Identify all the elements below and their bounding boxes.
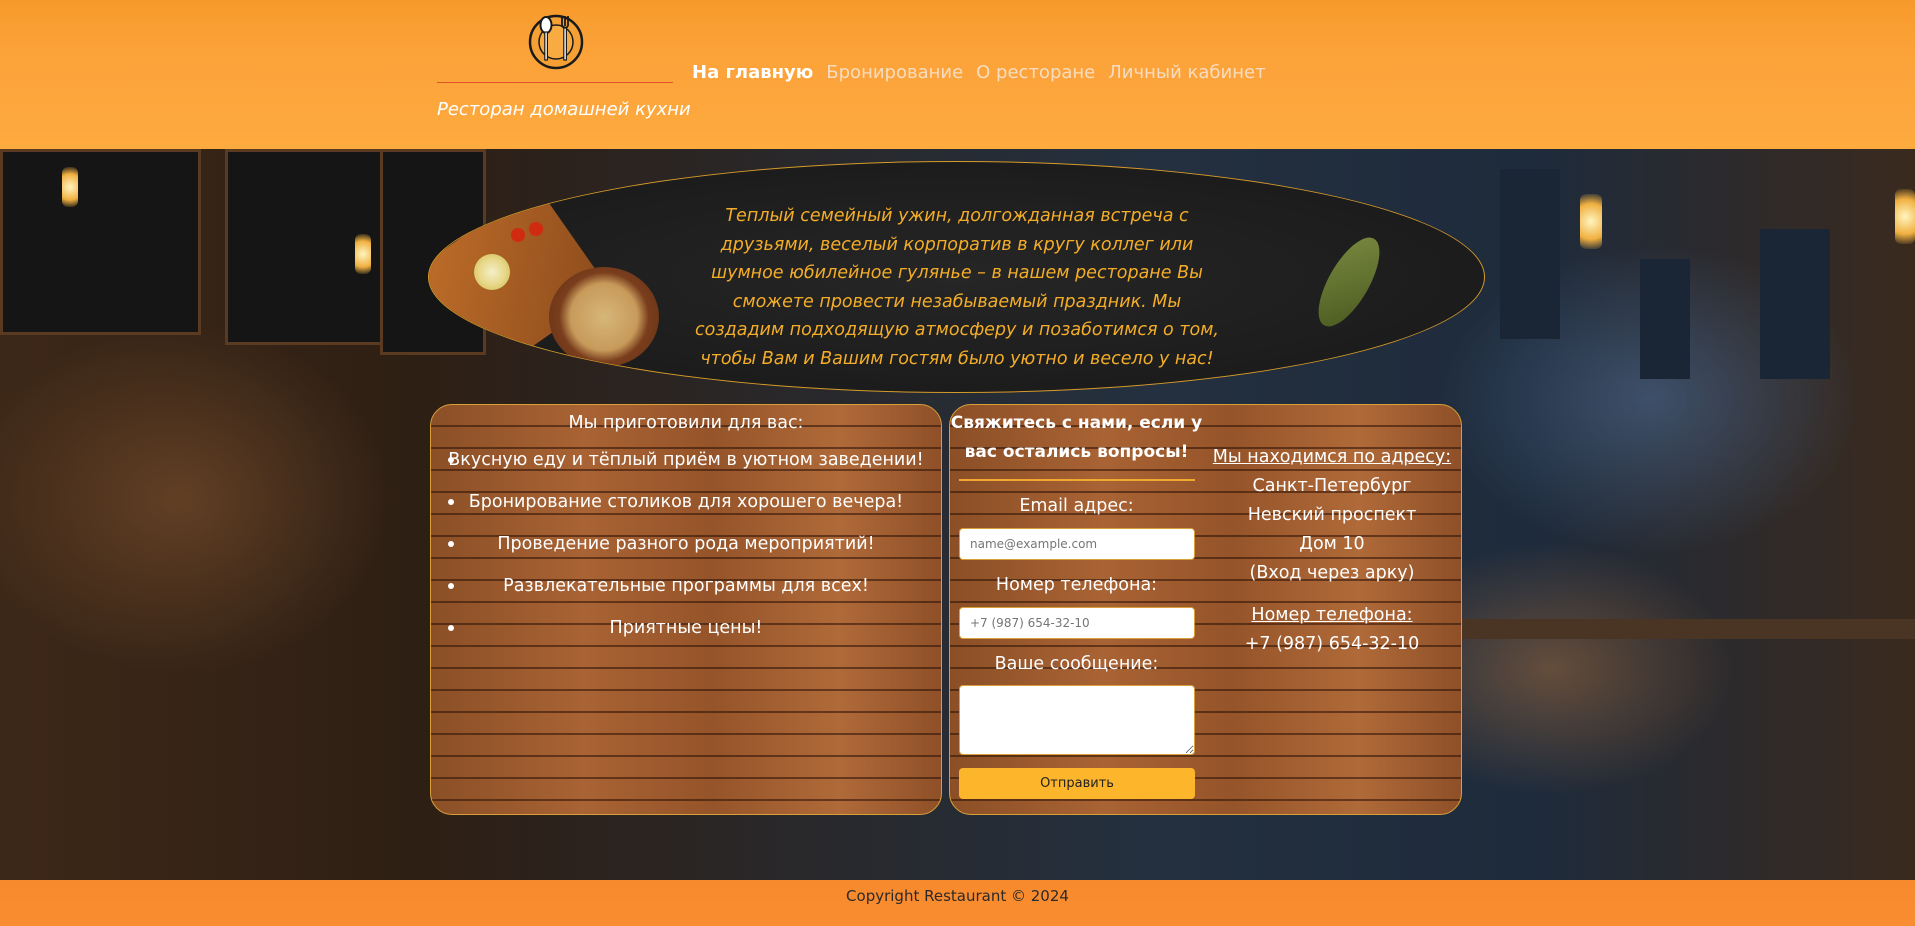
building-decor	[1500, 169, 1560, 339]
intro-banner: Теплый семейный ужин, долгожданная встре…	[428, 161, 1485, 393]
phone-field[interactable]	[959, 607, 1195, 639]
site-tagline: Ресторан домашней кухни	[437, 99, 691, 120]
list-item-text: Приятные цены!	[609, 618, 763, 638]
offer-panel: Мы приготовили для вас: Вкусную еду и тё…	[430, 404, 942, 815]
grain-bowl-decor	[549, 267, 659, 367]
phone-label: Номер телефона:	[995, 575, 1158, 595]
email-field[interactable]	[959, 528, 1195, 560]
address-line: Санкт-Петербург	[1252, 476, 1412, 496]
bullet-icon	[448, 625, 454, 631]
lamp-decor	[1580, 194, 1602, 249]
list-item: Бронирование столиков для хорошего вечер…	[431, 489, 941, 531]
contact-title: Свяжитесь с нами, если у вас остались во…	[950, 413, 1203, 462]
logo-divider	[437, 82, 673, 83]
nav-booking[interactable]: Бронирование	[826, 62, 963, 83]
main-nav: На главную Бронирование О ресторане Личн…	[692, 62, 1279, 83]
list-item-text: Бронирование столиков для хорошего вечер…	[468, 492, 904, 512]
offer-title: Мы приготовили для вас:	[568, 413, 804, 433]
address-heading: Мы находимся по адресу:	[1212, 447, 1452, 467]
list-item-text: Развлекательные программы для всех!	[503, 576, 869, 596]
list-item: Приятные цены!	[431, 615, 941, 657]
site-footer: Copyright Restaurant © 2024	[0, 880, 1915, 926]
message-field[interactable]	[959, 685, 1195, 755]
list-item: Развлекательные программы для всех!	[431, 573, 941, 615]
copyright-text: Copyright Restaurant © 2024	[846, 887, 1069, 905]
offer-list: Вкусную еду и тёплый приём в уютном заве…	[431, 447, 941, 657]
list-item: Вкусную еду и тёплый приём в уютном заве…	[431, 447, 941, 489]
lemon-decor	[474, 254, 510, 290]
address-line: (Вход через арку)	[1249, 563, 1415, 583]
contact-divider	[959, 479, 1195, 481]
building-decor	[1760, 229, 1830, 379]
logo-block: Ресторан домашней кухни	[437, 0, 691, 149]
contact-panel: Свяжитесь с нами, если у вас остались во…	[949, 404, 1462, 815]
leaf-decor	[1306, 228, 1392, 336]
email-label: Email адрес:	[1019, 496, 1134, 516]
tomato-decor	[529, 222, 543, 236]
phone-number: +7 (987) 654-32-10	[1244, 634, 1420, 654]
plate-spoon-fork-icon[interactable]	[527, 8, 585, 70]
address-block: Мы находимся по адресу: Санкт-Петербург …	[1203, 443, 1461, 659]
nav-account[interactable]: Личный кабинет	[1108, 62, 1265, 83]
message-label: Ваше сообщение:	[994, 654, 1159, 674]
intro-text: Теплый семейный ужин, долгожданная встре…	[694, 206, 1219, 369]
list-item-text: Вкусную еду и тёплый приём в уютном заве…	[448, 450, 924, 470]
phone-heading: Номер телефона:	[1251, 605, 1413, 625]
address-line: Невский проспект	[1247, 505, 1417, 525]
bullet-icon	[448, 457, 454, 463]
site-header: Ресторан домашней кухни На главную Брони…	[0, 0, 1915, 149]
list-item-text: Проведение разного рода мероприятий!	[497, 534, 875, 554]
address-line: Дом 10	[1299, 534, 1365, 554]
table-decor	[1420, 619, 1915, 639]
nav-about[interactable]: О ресторане	[976, 62, 1095, 83]
bullet-icon	[448, 499, 454, 505]
list-item: Проведение разного рода мероприятий!	[431, 531, 941, 573]
lamp-decor	[355, 234, 371, 274]
lamp-decor	[1895, 189, 1915, 244]
lamp-decor	[62, 167, 78, 207]
tomato-decor	[511, 228, 525, 242]
nav-home[interactable]: На главную	[692, 62, 813, 83]
send-button[interactable]: Отправить	[959, 768, 1195, 799]
bullet-icon	[448, 541, 454, 547]
bullet-icon	[448, 583, 454, 589]
building-decor	[1640, 259, 1690, 379]
chalkboard-decor	[0, 149, 201, 335]
